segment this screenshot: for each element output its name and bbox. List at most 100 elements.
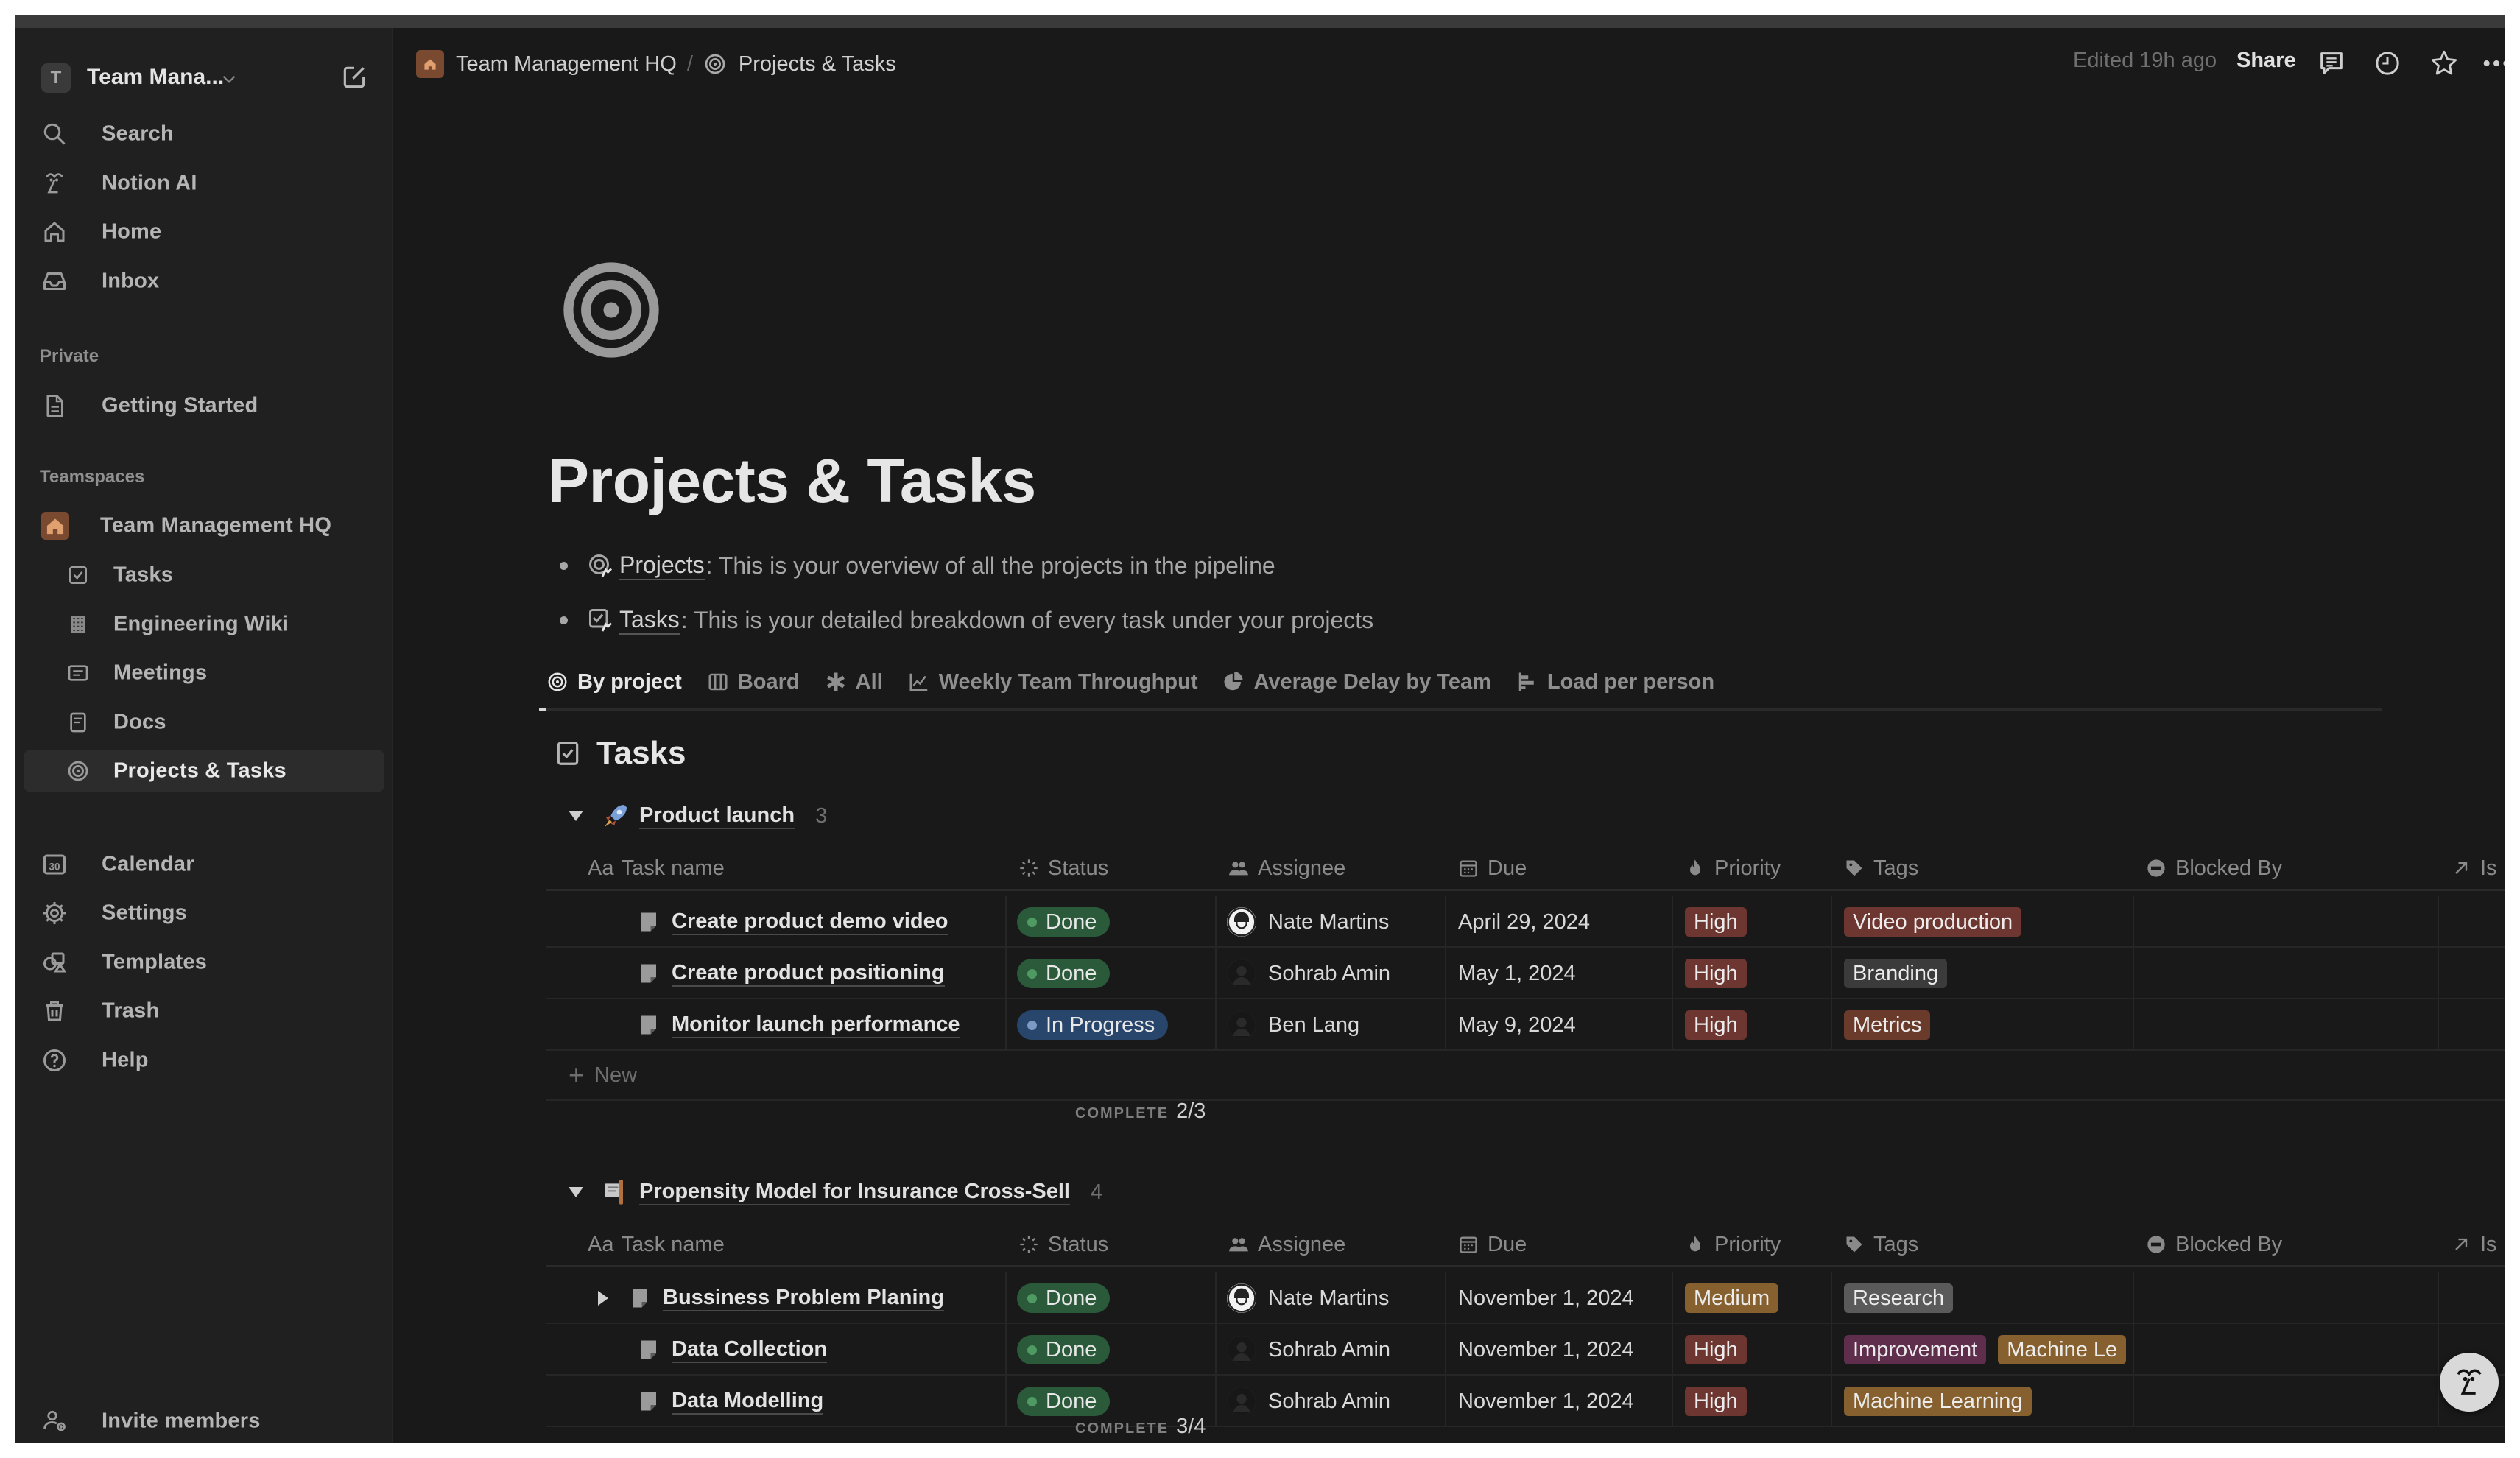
status-badge[interactable]: Done	[1017, 1387, 1111, 1416]
column-header-blocked-by[interactable]: Blocked By	[2146, 1222, 2282, 1267]
due-cell[interactable]: November 1, 2024	[1458, 1272, 1634, 1324]
table-row[interactable]: Bussiness Problem Planing Done Nate Mart…	[546, 1272, 2505, 1324]
blocked-by-cell[interactable]	[2133, 1376, 2438, 1427]
assignee-cell[interactable]: Ben Lang	[1227, 999, 1359, 1051]
collapse-toggle-icon[interactable]	[569, 811, 583, 821]
chevron-down-icon[interactable]	[219, 69, 239, 88]
due-cell[interactable]: April 29, 2024	[1458, 896, 1590, 948]
assignee-cell[interactable]: Sohrab Amin	[1227, 948, 1390, 999]
status-badge[interactable]: In Progress	[1017, 1010, 1169, 1040]
column-header-status[interactable]: Status	[1018, 845, 1108, 891]
column-header-due[interactable]: Due	[1458, 845, 1527, 891]
sidebar-item-meetings[interactable]: Meetings	[24, 652, 384, 694]
column-header-task-name[interactable]: Aa Task name	[588, 1222, 725, 1267]
status-badge[interactable]: Done	[1017, 1283, 1111, 1313]
column-header-task-name[interactable]: Aa Task name	[588, 845, 725, 891]
tag-machine-learning[interactable]: Machine Learning	[1844, 1387, 2032, 1416]
tab-average-delay-by-team[interactable]: Average Delay by Team	[1222, 654, 1491, 710]
group-name[interactable]: Product launch	[639, 803, 795, 829]
tags-cell[interactable]: Improvement Machine Le	[1844, 1324, 2133, 1376]
is-cell[interactable]	[2438, 1272, 2505, 1324]
tag-improvement[interactable]: Improvement	[1844, 1335, 1987, 1364]
column-header-due[interactable]: Due	[1458, 1222, 1527, 1267]
workspace-badge[interactable]: T	[41, 63, 71, 93]
database-title[interactable]: Tasks	[554, 733, 686, 774]
tag-machine-le[interactable]: Machine Le	[1998, 1335, 2127, 1364]
tag-research[interactable]: Research	[1844, 1283, 1954, 1313]
tags-cell[interactable]: Metrics	[1844, 999, 2133, 1051]
status-cell[interactable]: Done	[1017, 1324, 1111, 1376]
blocked-by-cell[interactable]	[2133, 896, 2438, 948]
priority-badge[interactable]: High	[1685, 1387, 1747, 1416]
column-header-priority[interactable]: Priority	[1685, 845, 1781, 891]
table-row[interactable]: Monitor launch performance In Progress B…	[546, 999, 2505, 1051]
priority-badge[interactable]: High	[1685, 1335, 1747, 1364]
task-name[interactable]: Data Collection	[672, 1336, 828, 1363]
sidebar-item-engineering-wiki[interactable]: Engineering Wiki	[24, 603, 384, 646]
group-header-propensity-model-for-insurance-cross-sell[interactable]: Propensity Model for Insurance Cross-Sel…	[569, 1174, 1102, 1211]
complete-summary[interactable]: COMPLETE 3/4	[1075, 1415, 1206, 1439]
priority-cell[interactable]: High	[1685, 948, 1759, 999]
status-cell[interactable]: Done	[1017, 1272, 1111, 1324]
sidebar-item-inbox[interactable]: Inbox	[24, 260, 384, 303]
tab-weekly-team-throughput[interactable]: Weekly Team Throughput	[908, 654, 1197, 710]
tab-all[interactable]: All	[825, 654, 883, 710]
status-badge[interactable]: Done	[1017, 907, 1111, 937]
comments-icon[interactable]	[2317, 49, 2346, 78]
task-name-cell[interactable]: Create product demo video	[638, 896, 948, 948]
blocked-by-cell[interactable]	[2133, 948, 2438, 999]
sidebar-item-notion-ai[interactable]: Notion AI	[24, 162, 384, 205]
sidebar-item-tasks[interactable]: Tasks	[24, 554, 384, 596]
column-header-assignee[interactable]: Assignee	[1228, 845, 1345, 891]
due-cell[interactable]: November 1, 2024	[1458, 1324, 1634, 1376]
breadcrumb-item-projects-and-tasks[interactable]: Projects & Tasks	[703, 52, 896, 77]
priority-cell[interactable]: Medium	[1685, 1272, 1790, 1324]
more-options-icon[interactable]	[2482, 57, 2505, 69]
tag-branding[interactable]: Branding	[1844, 959, 1948, 988]
priority-badge[interactable]: High	[1685, 907, 1747, 937]
sidebar-item-team-management-hq[interactable]: Team Management HQ	[24, 504, 384, 547]
sidebar-item-docs[interactable]: Docs	[24, 701, 384, 744]
projects-link[interactable]: Projects	[619, 552, 705, 580]
task-name-cell[interactable]: Data Modelling	[638, 1376, 824, 1427]
priority-cell[interactable]: High	[1685, 1376, 1759, 1427]
tags-cell[interactable]: Research	[1844, 1272, 2133, 1324]
task-name-cell[interactable]: Bussiness Problem Planing	[598, 1272, 944, 1324]
tab-load-per-person[interactable]: Load per person	[1516, 654, 1714, 710]
task-name[interactable]: Create product positioning	[672, 960, 945, 987]
collapse-toggle-icon[interactable]	[569, 1187, 583, 1197]
column-header-tags[interactable]: Tags	[1844, 1222, 1918, 1267]
sidebar-item-trash[interactable]: Trash	[24, 990, 384, 1032]
assignee-cell[interactable]: Nate Martins	[1227, 896, 1389, 948]
due-cell[interactable]: May 9, 2024	[1458, 999, 1576, 1051]
assignee-cell[interactable]: Sohrab Amin	[1227, 1324, 1390, 1376]
priority-cell[interactable]: High	[1685, 896, 1759, 948]
task-name-cell[interactable]: Data Collection	[638, 1324, 828, 1376]
column-header-is[interactable]: Is	[2451, 845, 2497, 891]
invite-members-button[interactable]: Invite members	[24, 1400, 384, 1443]
workspace-name[interactable]: Team Mana...	[87, 65, 224, 90]
share-button[interactable]: Share	[2236, 49, 2296, 73]
tag-metrics[interactable]: Metrics	[1844, 1010, 1931, 1040]
status-badge[interactable]: Done	[1017, 1335, 1111, 1364]
column-header-is[interactable]: Is	[2451, 1222, 2497, 1267]
expand-subtasks-icon[interactable]	[598, 1291, 608, 1306]
sidebar-item-projects-and-tasks[interactable]: Projects & Tasks	[24, 750, 384, 792]
blocked-by-cell[interactable]	[2133, 1324, 2438, 1376]
due-cell[interactable]: May 1, 2024	[1458, 948, 1576, 999]
blocked-by-cell[interactable]	[2133, 1272, 2438, 1324]
status-cell[interactable]: In Progress	[1017, 999, 1169, 1051]
sidebar-item-settings[interactable]: Settings	[24, 892, 384, 934]
status-cell[interactable]: Done	[1017, 896, 1111, 948]
sidebar-item-calendar[interactable]: 30 Calendar	[24, 843, 384, 886]
tasks-link[interactable]: Tasks	[619, 606, 680, 635]
tab-by-project[interactable]: By project	[539, 654, 694, 711]
tags-cell[interactable]: Machine Learning	[1844, 1376, 2133, 1427]
assignee-cell[interactable]: Sohrab Amin	[1227, 1376, 1390, 1427]
tab-board[interactable]: Board	[707, 654, 800, 710]
status-badge[interactable]: Done	[1017, 959, 1111, 988]
complete-summary[interactable]: COMPLETE 2/3	[1075, 1099, 1206, 1124]
task-name[interactable]: Monitor launch performance	[672, 1012, 960, 1038]
status-cell[interactable]: Done	[1017, 948, 1111, 999]
tag-video-production[interactable]: Video production	[1844, 907, 2022, 937]
